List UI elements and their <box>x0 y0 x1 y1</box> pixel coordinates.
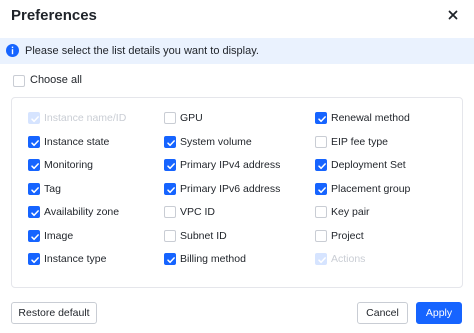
option-eip-fee-type[interactable]: EIP fee type <box>315 134 455 150</box>
checkbox-checked[interactable] <box>28 182 40 195</box>
checkbox-checked[interactable] <box>315 159 327 171</box>
option-key-pair[interactable]: Key pair <box>315 204 455 220</box>
option-tag[interactable]: Tag <box>28 181 168 197</box>
info-icon <box>6 44 19 57</box>
option-label: Renewal method <box>331 112 410 124</box>
checkbox-checked[interactable] <box>28 206 40 218</box>
option-label: Tag <box>44 182 61 195</box>
option-label: Image <box>44 229 74 242</box>
cancel-button[interactable]: Cancel <box>357 302 408 324</box>
checkbox-checked[interactable] <box>164 135 176 148</box>
option-vpc-id[interactable]: VPC ID <box>164 204 304 220</box>
checkbox-checked <box>315 253 327 265</box>
option-actions: Actions <box>315 251 455 267</box>
option-availability-zone[interactable]: Availability zone <box>28 204 168 220</box>
restore-default-button[interactable]: Restore default <box>11 302 97 324</box>
option-instance-name-id: Instance name/ID <box>28 110 168 126</box>
checkbox-unchecked[interactable] <box>164 229 176 242</box>
option-instance-type[interactable]: Instance type <box>28 251 168 267</box>
option-label: Primary IPv4 address <box>180 159 281 171</box>
column-options-panel: Instance name/ID Instance state Monitoring… <box>11 97 463 288</box>
option-label: Instance state <box>44 135 110 148</box>
option-placement-group[interactable]: Placement group <box>315 181 455 197</box>
option-label: Instance name/ID <box>44 112 127 124</box>
checkbox-unchecked[interactable] <box>315 135 327 148</box>
option-deployment-set[interactable]: Deployment Set <box>315 157 455 173</box>
checkbox-checked <box>28 112 40 124</box>
option-label: Placement group <box>331 182 411 195</box>
option-label: Project <box>331 229 364 242</box>
option-label: Key pair <box>331 206 370 218</box>
option-renewal-method[interactable]: Renewal method <box>315 110 455 126</box>
option-subnet-id[interactable]: Subnet ID <box>164 228 304 244</box>
option-image[interactable]: Image <box>28 228 168 244</box>
checkbox-unchecked[interactable] <box>315 206 327 218</box>
close-icon <box>448 10 458 20</box>
info-text: Please select the list details you want … <box>25 45 259 57</box>
option-label: Primary IPv6 address <box>180 182 281 195</box>
option-primary-ipv4-address[interactable]: Primary IPv4 address <box>164 157 304 173</box>
choose-all-label: Choose all <box>30 74 82 86</box>
option-gpu[interactable]: GPU <box>164 110 304 126</box>
checkbox-checked[interactable] <box>315 112 327 124</box>
checkbox-checked[interactable] <box>28 253 40 265</box>
checkbox-checked[interactable] <box>164 253 176 265</box>
checkbox-checked[interactable] <box>28 229 40 242</box>
checkbox-checked[interactable] <box>28 159 40 171</box>
option-label: EIP fee type <box>331 135 389 148</box>
option-label: Billing method <box>180 253 246 265</box>
choose-all-checkbox[interactable]: Choose all <box>0 72 120 90</box>
checkbox-checked[interactable] <box>164 182 176 195</box>
option-label: Monitoring <box>44 159 94 171</box>
close-button[interactable] <box>444 6 462 24</box>
info-banner: Please select the list details you want … <box>0 38 474 64</box>
checkbox-checked[interactable] <box>28 135 40 148</box>
apply-button[interactable]: Apply <box>416 302 462 324</box>
option-label: GPU <box>180 112 203 124</box>
option-primary-ipv6-address[interactable]: Primary IPv6 address <box>164 181 304 197</box>
option-instance-state[interactable]: Instance state <box>28 134 168 150</box>
option-label: Instance type <box>44 253 107 265</box>
option-label: VPC ID <box>180 206 216 218</box>
dialog-header: Preferences <box>0 0 474 32</box>
option-label: Subnet ID <box>180 229 227 242</box>
option-label: Deployment Set <box>331 159 406 171</box>
option-system-volume[interactable]: System volume <box>164 134 304 150</box>
dialog-title: Preferences <box>11 7 97 24</box>
checkbox-unchecked[interactable] <box>315 229 327 242</box>
checkbox-checked[interactable] <box>315 182 327 195</box>
option-project[interactable]: Project <box>315 228 455 244</box>
checkbox-unchecked[interactable] <box>164 206 176 218</box>
checkbox-unchecked[interactable] <box>164 112 176 124</box>
checkbox-checked[interactable] <box>164 159 176 171</box>
option-label: Availability zone <box>44 206 120 218</box>
checkbox-box[interactable] <box>13 75 25 87</box>
option-billing-method[interactable]: Billing method <box>164 251 304 267</box>
option-monitoring[interactable]: Monitoring <box>28 157 168 173</box>
option-label: Actions <box>331 253 366 265</box>
option-label: System volume <box>180 135 252 148</box>
